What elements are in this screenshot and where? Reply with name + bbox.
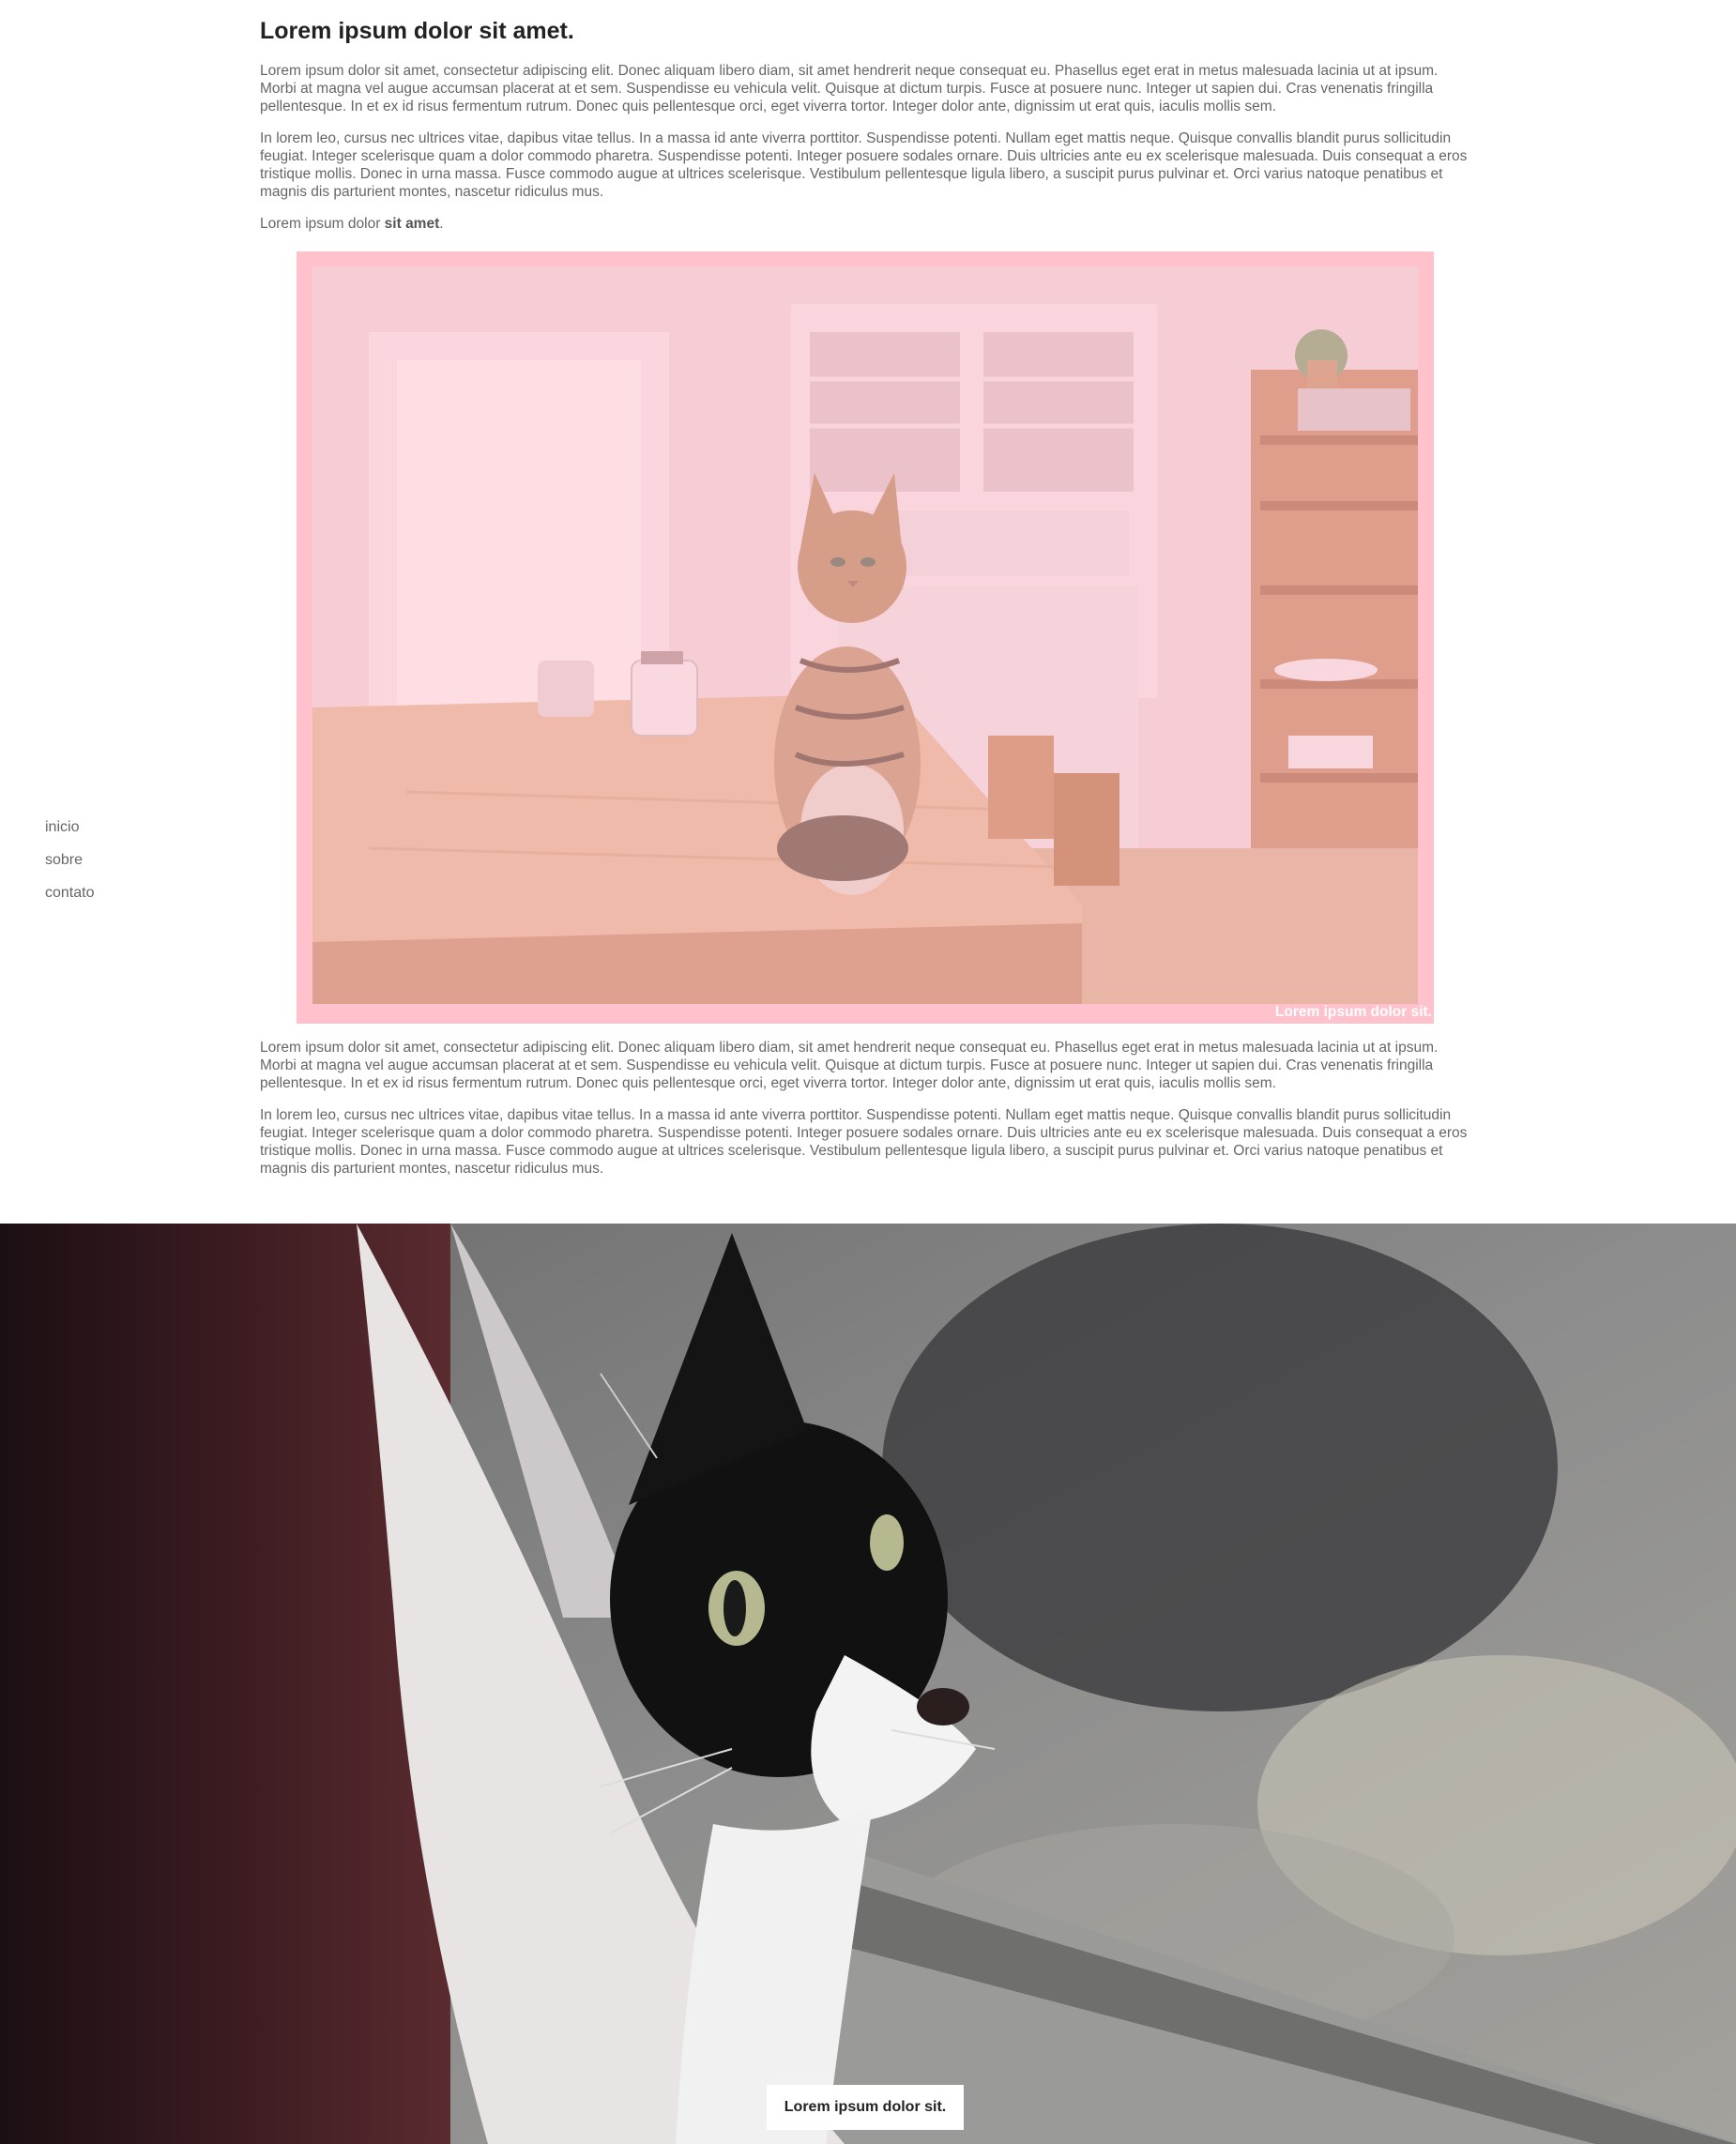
cat-kitchen-photo bbox=[312, 266, 1418, 1004]
article-bottom: Lorem ipsum dolor sit amet, consectetur … bbox=[260, 1039, 1470, 1178]
paragraph-text: . bbox=[439, 216, 444, 232]
nav-link-sobre[interactable]: sobre bbox=[45, 844, 94, 876]
nav-link-contato[interactable]: contato bbox=[45, 876, 94, 909]
paragraph: Lorem ipsum dolor sit amet, consectetur … bbox=[260, 1040, 1439, 1091]
paragraph-text: Lorem ipsum dolor bbox=[260, 216, 385, 232]
page-title: Lorem ipsum dolor sit amet. bbox=[260, 18, 574, 44]
side-nav: inicio sobre contato bbox=[45, 811, 94, 909]
emphasis-text: sit amet bbox=[384, 216, 440, 232]
hero-caption: Lorem ipsum dolor sit. bbox=[767, 2085, 964, 2130]
nav-link-inicio[interactable]: inicio bbox=[45, 811, 94, 844]
paragraph-with-emphasis: Lorem ipsum dolor sit amet. bbox=[260, 215, 1470, 233]
cat-kitchen-figure: Lorem ipsum dolor sit. bbox=[297, 251, 1434, 1024]
paragraph: In lorem leo, cursus nec ultrices vitae,… bbox=[260, 130, 1468, 200]
paragraph: In lorem leo, cursus nec ultrices vitae,… bbox=[260, 1107, 1468, 1177]
figure-caption: Lorem ipsum dolor sit. bbox=[1274, 1004, 1432, 1020]
page: inicio sobre contato Lorem ipsum dolor s… bbox=[0, 0, 1736, 2144]
paragraph: Lorem ipsum dolor sit amet, consectetur … bbox=[260, 63, 1439, 114]
hero-cat-window-photo bbox=[0, 1224, 1736, 2144]
article-top: Lorem ipsum dolor sit amet. Lorem ipsum … bbox=[260, 0, 1470, 233]
